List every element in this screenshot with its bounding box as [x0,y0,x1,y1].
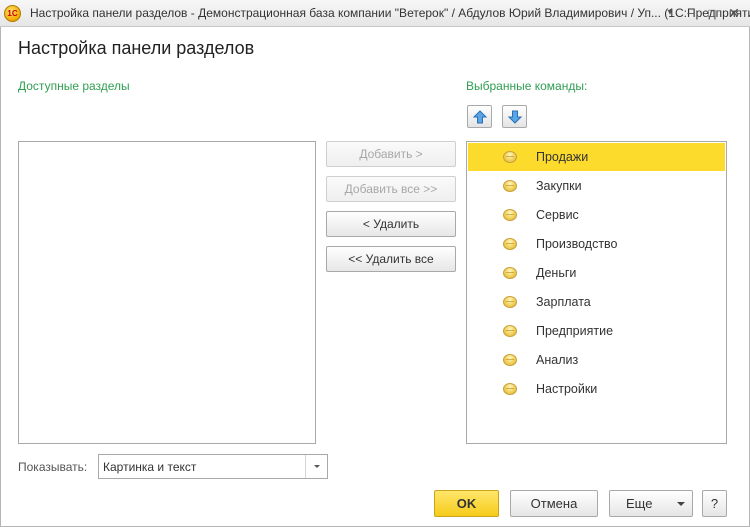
list-item-label: Производство [536,237,618,251]
list-item[interactable]: Деньги [468,259,725,287]
list-item-label: Закупки [536,179,582,193]
more-button[interactable]: Еще [609,490,693,517]
list-item-label: Анализ [536,353,579,367]
show-mode-select[interactable]: Картинка и текст [98,454,328,479]
help-button[interactable]: ? [702,490,727,517]
more-window-menu-icon[interactable]: ▾ [660,3,680,23]
title-bar: 1С Настройка панели разделов - Демонстра… [0,0,750,27]
add-button[interactable]: Добавить > [326,141,456,167]
close-icon[interactable]: ✕ [724,3,744,23]
section-bullet-icon [503,151,517,163]
arrow-down-icon [508,110,522,124]
selected-commands-list[interactable]: Продажи Закупки Сервис Производство День… [466,141,727,444]
remove-all-button[interactable]: << Удалить все [326,246,456,272]
show-mode-value: Картинка и текст [103,460,197,474]
cancel-button[interactable]: Отмена [510,490,598,517]
page-title: Настройка панели разделов [18,38,255,58]
section-bullet-icon [503,180,517,192]
maximize-icon[interactable]: □ [702,3,722,23]
arrow-up-icon [473,110,487,124]
list-item-label: Деньги [536,266,577,280]
list-item[interactable]: Анализ [468,346,725,374]
list-item[interactable]: Производство [468,230,725,258]
section-bullet-icon [503,383,517,395]
list-item-label: Зарплата [536,295,591,309]
available-sections-label: Доступные разделы [18,79,130,93]
list-item-label: Предприятие [536,324,614,338]
remove-button[interactable]: < Удалить [326,211,456,237]
list-item[interactable]: Сервис [468,201,725,229]
section-bullet-icon [503,267,517,279]
move-down-button[interactable] [502,105,527,128]
chevron-down-icon[interactable] [305,455,327,478]
section-bullet-icon [503,209,517,221]
list-item[interactable]: Закупки [468,172,725,200]
dropdown-arrow-icon [677,502,685,506]
minimize-icon[interactable]: – [681,3,701,23]
show-mode-label: Показывать: [18,460,88,474]
selected-commands-label: Выбранные команды: [466,79,588,93]
section-bullet-icon [503,238,517,250]
app-logo-icon[interactable]: 1С [4,5,21,22]
add-all-button[interactable]: Добавить все >> [326,176,456,202]
list-item[interactable]: Предприятие [468,317,725,345]
list-item[interactable]: Зарплата [468,288,725,316]
list-item-label: Продажи [536,150,589,164]
more-button-label: Еще [626,496,653,511]
move-up-button[interactable] [467,105,492,128]
ok-button[interactable]: OK [434,490,499,517]
section-bullet-icon [503,354,517,366]
list-item[interactable]: Продажи [468,143,725,171]
list-item-label: Настройки [536,382,598,396]
section-bullet-icon [503,296,517,308]
available-sections-list[interactable] [18,141,316,444]
list-item[interactable]: Настройки [468,375,725,403]
window-title: Настройка панели разделов - Демонстрацио… [30,6,750,20]
list-item-label: Сервис [536,208,579,222]
section-bullet-icon [503,325,517,337]
